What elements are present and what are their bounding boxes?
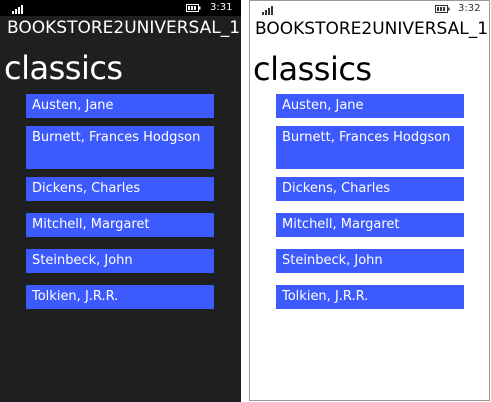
author-item-tolkien[interactable]: Tolkien, J.R.R.	[276, 285, 464, 309]
author-item-austen[interactable]: Austen, Jane	[26, 94, 214, 118]
author-item-steinbeck[interactable]: Steinbeck, John	[276, 249, 464, 273]
author-item-mitchell[interactable]: Mitchell, Margaret	[26, 213, 214, 237]
phone-screen-dark: 3:31 BOOKSTORE2UNIVERSAL_10 classics Aus…	[0, 0, 241, 402]
author-item-burnett[interactable]: Burnett, Frances Hodgson	[26, 126, 214, 169]
phone-screen-light: 3:32 BOOKSTORE2UNIVERSAL_10 classics Aus…	[249, 0, 490, 401]
author-item-tolkien[interactable]: Tolkien, J.R.R.	[26, 285, 214, 309]
author-item-dickens[interactable]: Dickens, Charles	[276, 177, 464, 201]
author-list: Austen, Jane Burnett, Frances Hodgson Di…	[250, 1, 489, 400]
author-list: Austen, Jane Burnett, Frances Hodgson Di…	[0, 0, 241, 402]
author-item-dickens[interactable]: Dickens, Charles	[26, 177, 214, 201]
author-item-burnett[interactable]: Burnett, Frances Hodgson	[276, 126, 464, 169]
author-item-mitchell[interactable]: Mitchell, Margaret	[276, 213, 464, 237]
author-item-austen[interactable]: Austen, Jane	[276, 94, 464, 118]
author-item-steinbeck[interactable]: Steinbeck, John	[26, 249, 214, 273]
